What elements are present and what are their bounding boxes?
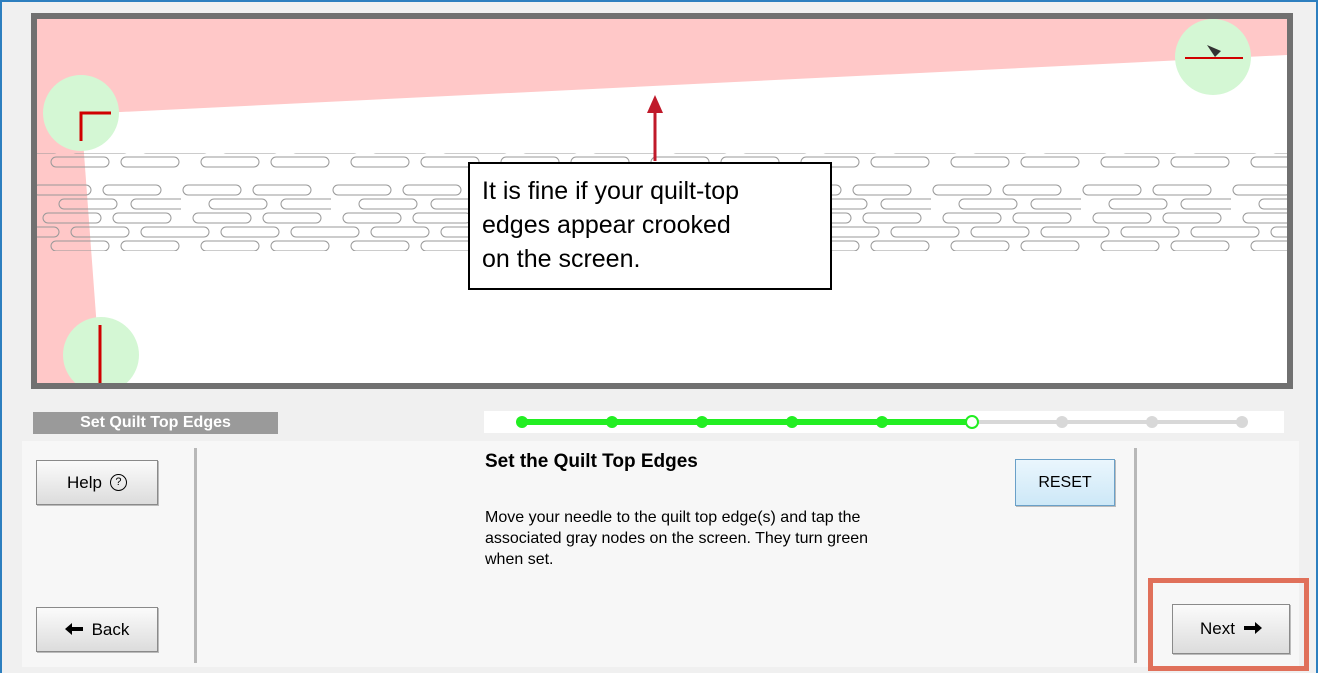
panel-divider-right bbox=[1134, 448, 1137, 663]
help-button[interactable]: Help ? bbox=[36, 460, 158, 505]
top-right-edge-node[interactable] bbox=[1175, 19, 1251, 95]
hint-callout: It is fine if your quilt-top edges appea… bbox=[468, 162, 832, 290]
callout-line-1: It is fine if your quilt-top bbox=[482, 177, 740, 205]
stage-label: Set Quilt Top Edges bbox=[33, 412, 278, 434]
arrow-left-icon bbox=[64, 620, 83, 640]
progress-step-dot bbox=[1236, 416, 1248, 428]
reset-label: RESET bbox=[1038, 473, 1092, 491]
reset-button[interactable]: RESET bbox=[1015, 459, 1115, 506]
progress-step-dot bbox=[606, 416, 618, 428]
progress-step-dot bbox=[786, 416, 798, 428]
back-label: Back bbox=[91, 619, 130, 639]
progress-bar bbox=[484, 411, 1284, 433]
panel-divider-left bbox=[194, 448, 197, 663]
help-icon: ? bbox=[109, 474, 127, 491]
progress-step-dot bbox=[965, 415, 979, 429]
panel-title: Set the Quilt Top Edges bbox=[485, 451, 698, 472]
callout-line-3: on the screen. bbox=[482, 245, 641, 273]
top-left-corner-node[interactable] bbox=[43, 75, 119, 151]
progress-step-dot bbox=[1056, 416, 1068, 428]
progress-step-dot bbox=[516, 416, 528, 428]
help-label: Help bbox=[67, 472, 102, 492]
back-button[interactable]: Back bbox=[36, 607, 158, 652]
progress-track bbox=[516, 415, 1248, 429]
callout-line-2: edges appear crooked bbox=[482, 211, 731, 239]
next-highlight-box bbox=[1148, 578, 1309, 671]
progress-step-dot bbox=[1146, 416, 1158, 428]
progress-step-dot bbox=[876, 416, 888, 428]
panel-description: Move your needle to the quilt top edge(s… bbox=[485, 509, 869, 568]
progress-step-dot bbox=[696, 416, 708, 428]
